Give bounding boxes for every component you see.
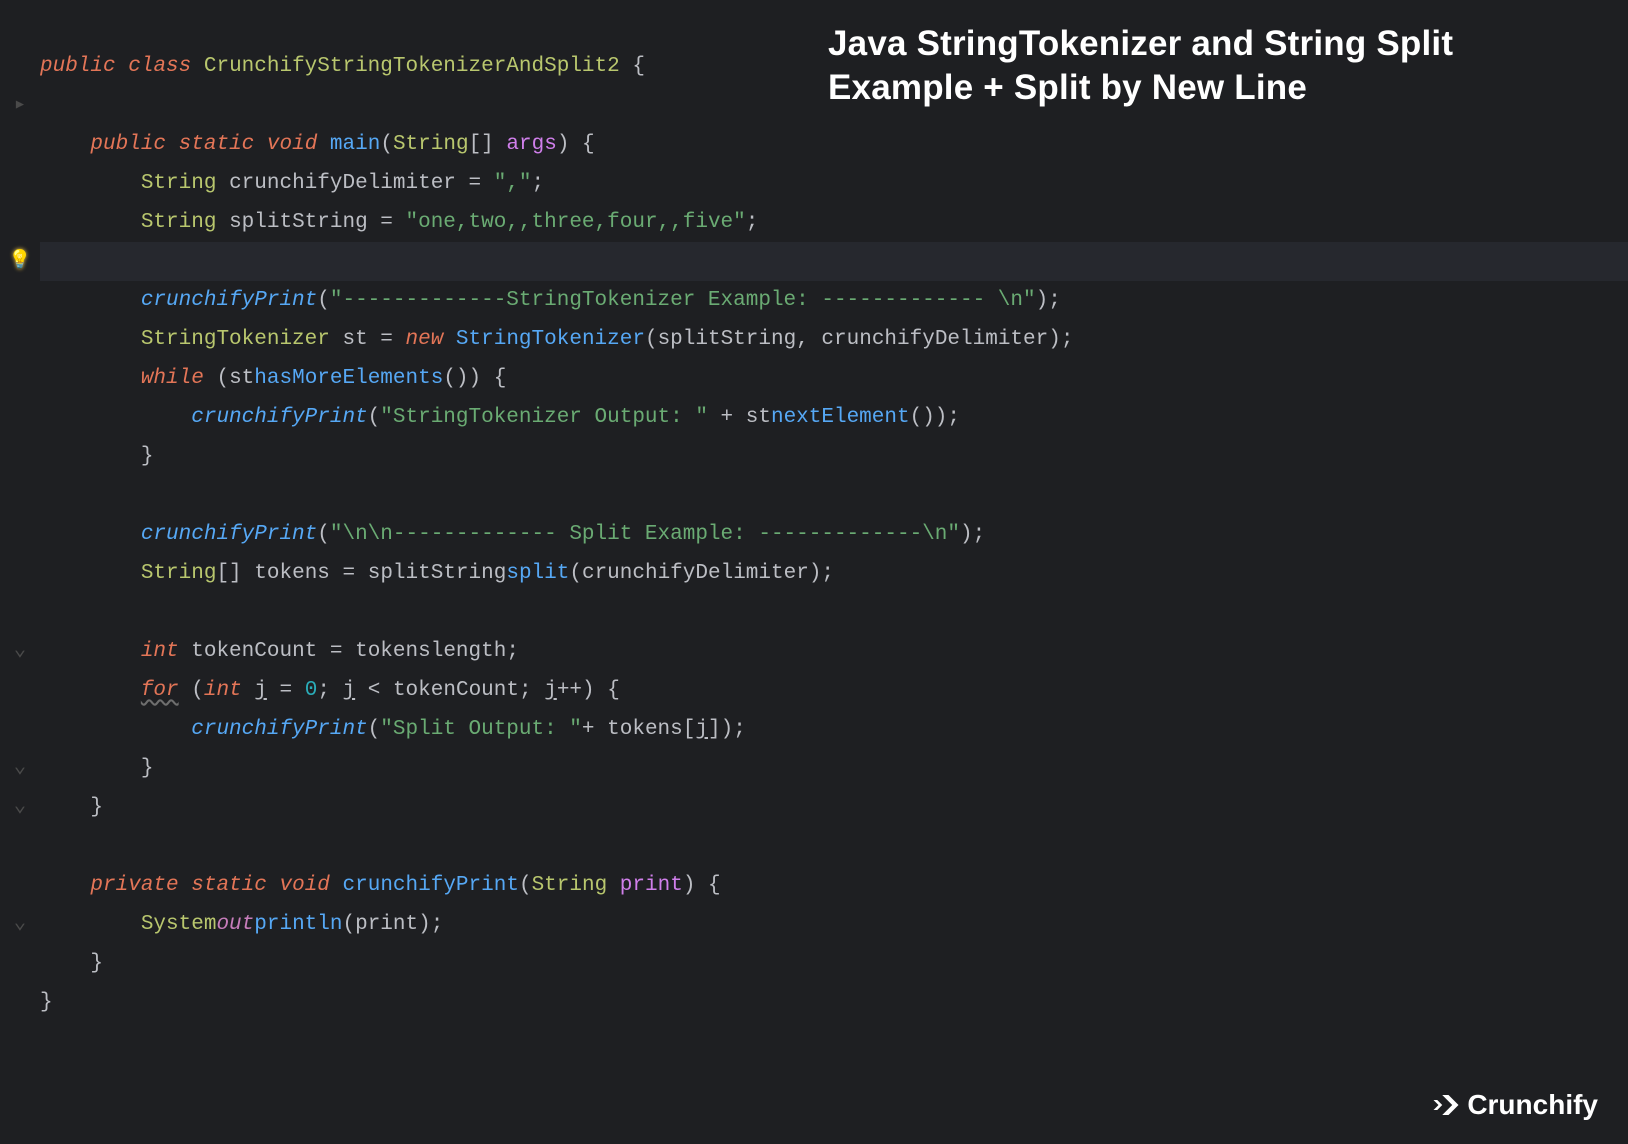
run-gutter-icon[interactable]: ▸: [10, 95, 30, 115]
fold-gutter-icon[interactable]: ⌄: [10, 757, 30, 777]
code-line: String[] tokens = splitStringsplit(crunc…: [40, 562, 834, 585]
code-line: private static void crunchifyPrint(Strin…: [40, 874, 721, 897]
fold-gutter-icon[interactable]: ⌄: [10, 640, 30, 660]
code-line: crunchifyPrint("-------------StringToken…: [40, 289, 1061, 312]
fold-gutter-icon[interactable]: ⌄: [10, 913, 30, 933]
code-line: String crunchifyDelimiter = ",";: [40, 172, 544, 195]
code-line: }: [40, 952, 103, 975]
code-editor[interactable]: public class CrunchifyStringTokenizerAnd…: [40, 8, 1073, 1022]
brand-logo: Crunchify: [1431, 1085, 1598, 1124]
code-line: public class CrunchifyStringTokenizerAnd…: [40, 55, 645, 78]
code-line: for (int j = 0; j < tokenCount; j++) {: [40, 679, 620, 702]
code-line: public static void main(String[] args) {: [40, 133, 595, 156]
code-line: crunchifyPrint("StringTokenizer Output: …: [40, 406, 960, 429]
code-line: crunchifyPrint("\n\n------------- Split …: [40, 523, 985, 546]
code-line: }: [40, 445, 153, 468]
code-line: Systemoutprintln(print);: [40, 913, 443, 936]
brand-name: Crunchify: [1467, 1085, 1598, 1124]
code-line: }: [40, 757, 153, 780]
overlay-title: Java StringTokenizer and String Split Ex…: [828, 22, 1588, 110]
lightbulb-icon[interactable]: 💡: [10, 251, 30, 271]
code-line: while (sthasMoreElements()) {: [40, 367, 506, 390]
crunchify-icon: [1431, 1090, 1461, 1120]
code-line: crunchifyPrint("Split Output: "+ tokens[…: [40, 718, 746, 741]
code-line: }: [40, 991, 53, 1014]
code-line: int tokenCount = tokenslength;: [40, 640, 519, 663]
code-line: StringTokenizer st = new StringTokenizer…: [40, 328, 1073, 351]
code-line: }: [40, 796, 103, 819]
code-line: String splitString = "one,two,,three,fou…: [40, 211, 758, 234]
gutter: ▸ 💡 ⌄ ⌄ ⌄ ⌄: [0, 0, 40, 1144]
fold-gutter-icon[interactable]: ⌄: [10, 796, 30, 816]
